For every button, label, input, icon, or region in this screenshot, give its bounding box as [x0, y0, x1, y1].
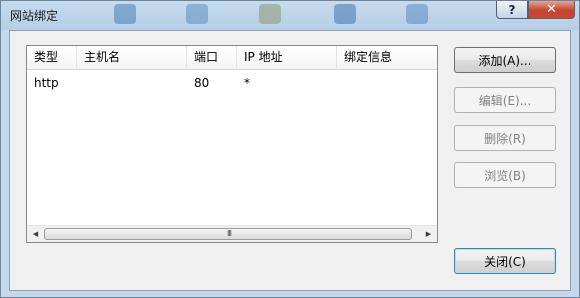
background-icon [406, 4, 428, 24]
column-header-type[interactable]: 类型 [27, 46, 77, 70]
add-button[interactable]: 添加(A)... [454, 47, 556, 73]
scroll-right-arrow-icon[interactable]: ▶ [420, 226, 437, 242]
dialog-title: 网站绑定 [10, 9, 59, 23]
column-header-binding-info[interactable]: 绑定信息 [337, 46, 437, 70]
browse-button[interactable]: 浏览(B) [454, 162, 556, 188]
bindings-list[interactable]: 类型 主机名 端口 IP 地址 绑定信息 http 80 * ◀ III ▶ [26, 45, 438, 243]
background-icon [186, 4, 208, 24]
window-close-button[interactable]: ✕ [528, 1, 575, 19]
grip-icon: III [226, 229, 232, 238]
table-row[interactable]: http 80 * [27, 74, 437, 94]
help-button[interactable]: ? [496, 1, 528, 19]
cell-binding-info [337, 74, 437, 94]
cell-type: http [34, 76, 59, 90]
background-icon [334, 4, 356, 24]
close-icon: ✕ [546, 2, 557, 17]
cell-port: 80 [194, 76, 210, 90]
remove-button[interactable]: 删除(R) [454, 125, 556, 151]
list-header: 类型 主机名 端口 IP 地址 绑定信息 [27, 46, 437, 70]
site-bindings-dialog: 网站绑定 ? ✕ 类型 主机名 端口 IP 地址 绑定信息 http 80 * … [0, 0, 580, 298]
title-bar[interactable]: 网站绑定 ? ✕ [1, 1, 579, 30]
horizontal-scrollbar[interactable]: ◀ III ▶ [27, 225, 437, 242]
scroll-left-arrow-icon[interactable]: ◀ [27, 226, 44, 242]
close-button[interactable]: 关闭(C) [454, 248, 556, 274]
column-header-ip[interactable]: IP 地址 [237, 46, 337, 70]
edit-button[interactable]: 编辑(E)... [454, 87, 556, 113]
column-header-port[interactable]: 端口 [187, 46, 237, 70]
dialog-body: 类型 主机名 端口 IP 地址 绑定信息 http 80 * ◀ III ▶ 添… [9, 30, 571, 291]
background-icon [114, 4, 136, 24]
scrollbar-thumb[interactable]: III [44, 228, 412, 240]
column-header-host[interactable]: 主机名 [77, 46, 187, 70]
cell-ip: * [244, 76, 250, 90]
help-icon: ? [508, 2, 516, 17]
cell-host [77, 74, 187, 94]
background-icon [259, 4, 281, 24]
